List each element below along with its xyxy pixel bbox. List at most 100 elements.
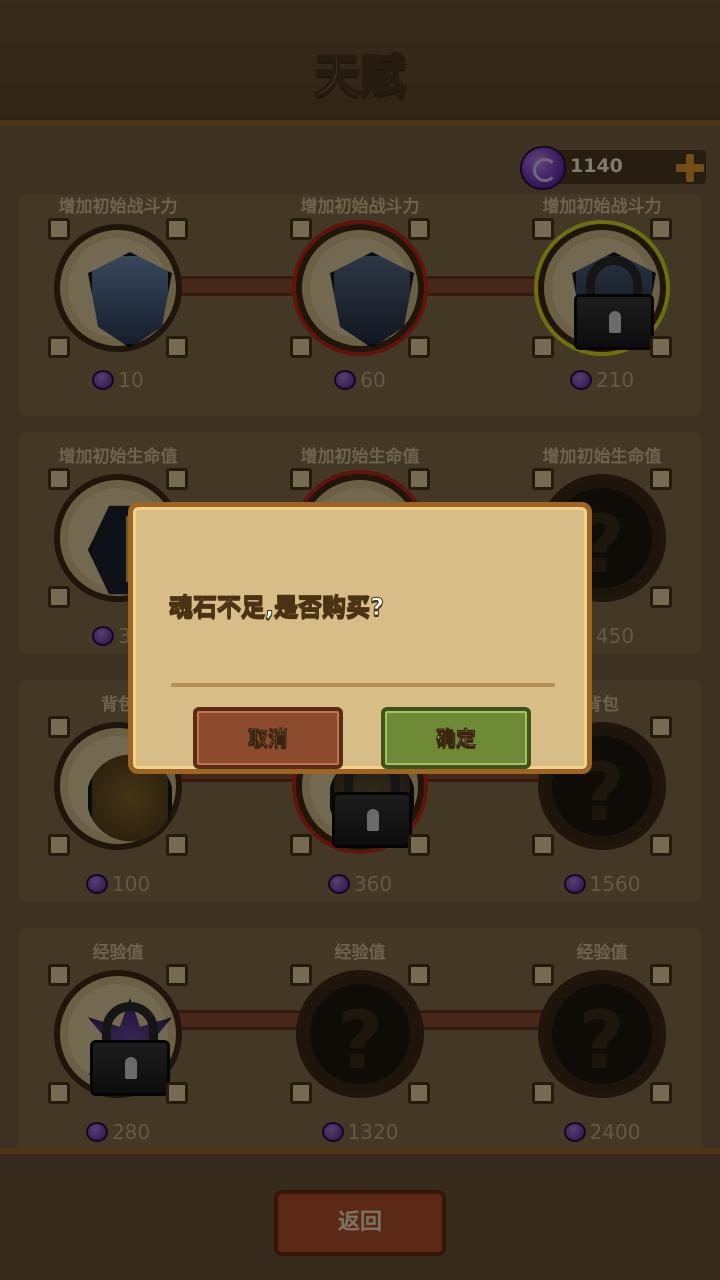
corner-ornament xyxy=(408,336,430,358)
soul-stone-icon xyxy=(334,370,357,390)
corner-ornament xyxy=(166,834,188,856)
corner-ornament xyxy=(532,468,554,490)
corner-ornament xyxy=(48,716,70,738)
talent-slot[interactable]: 经验值 ? 1320 xyxy=(260,928,460,1150)
corner-ornament xyxy=(532,1082,554,1104)
purchase-dialog: 魂石不足,是否购买? 取消 确定 xyxy=(128,502,592,774)
talent-disc xyxy=(54,224,182,352)
cost-value: 60 xyxy=(360,368,386,392)
corner-ornament xyxy=(48,1082,70,1104)
talent-cost: 10 xyxy=(18,368,218,392)
talent-node[interactable]: ? xyxy=(290,964,430,1104)
talent-disc: ? xyxy=(296,970,424,1098)
talent-node[interactable] xyxy=(532,218,672,358)
soul-stone-icon xyxy=(327,874,350,894)
corner-ornament xyxy=(290,1082,312,1104)
corner-ornament xyxy=(650,218,672,240)
corner-ornament xyxy=(408,1082,430,1104)
talent-disc xyxy=(296,224,424,352)
talent-label: 经验值 xyxy=(92,943,144,963)
currency-value: 1140 xyxy=(570,155,623,177)
soul-stone-icon xyxy=(520,146,566,190)
corner-ornament xyxy=(532,218,554,240)
soul-stone-icon xyxy=(569,370,592,390)
talent-label: 经验值 xyxy=(334,943,386,963)
soul-stone-icon xyxy=(563,874,586,894)
talent-cost: 1320 xyxy=(260,1120,460,1144)
corner-ornament xyxy=(166,964,188,986)
talent-slot[interactable]: 增加初始战斗力 10 xyxy=(18,194,218,416)
talent-node[interactable]: ? xyxy=(532,964,672,1104)
soul-stone-icon xyxy=(92,626,115,646)
plus-icon[interactable] xyxy=(676,154,704,182)
corner-ornament xyxy=(166,336,188,358)
currency-display: 1140 xyxy=(520,146,706,190)
red-shield-icon xyxy=(330,252,414,348)
cost-value: 100 xyxy=(111,872,151,896)
talent-label: 增加初始战斗力 xyxy=(300,197,420,217)
corner-ornament xyxy=(48,218,70,240)
talent-disc xyxy=(538,224,666,352)
lock-body xyxy=(574,294,654,350)
question-mark-icon: ? xyxy=(336,994,384,1087)
soul-stone-icon xyxy=(85,1122,108,1142)
talent-slot[interactable]: 增加初始战斗力 60 xyxy=(260,194,460,416)
lock-icon xyxy=(90,1002,170,1096)
cost-value: 1320 xyxy=(347,1120,399,1144)
talent-disc xyxy=(54,970,182,1098)
cost-value: 450 xyxy=(595,624,635,648)
corner-ornament xyxy=(408,468,430,490)
corner-ornament xyxy=(48,336,70,358)
cost-value: 360 xyxy=(353,872,393,896)
talent-screen: 天赋 1140 增加初始战斗力 10 增加初始战斗力 60 增加初始战斗力 21… xyxy=(0,0,720,1280)
corner-ornament xyxy=(532,336,554,358)
talent-cost: 2400 xyxy=(502,1120,702,1144)
talent-slot[interactable]: 增加初始战斗力 210 xyxy=(502,194,702,416)
talent-node[interactable] xyxy=(48,218,188,358)
soul-stone-icon xyxy=(563,1122,586,1142)
corner-ornament xyxy=(290,468,312,490)
talent-row-1: 增加初始战斗力 10 增加初始战斗力 60 增加初始战斗力 210 xyxy=(18,194,702,416)
corner-ornament xyxy=(408,218,430,240)
confirm-button[interactable]: 确定 xyxy=(381,707,531,769)
talent-cost: 60 xyxy=(260,368,460,392)
corner-ornament xyxy=(650,336,672,358)
corner-ornament xyxy=(166,468,188,490)
lock-body xyxy=(332,792,412,848)
talent-slot[interactable]: 经验值 ? 2400 xyxy=(502,928,702,1150)
talent-cost: 280 xyxy=(18,1120,218,1144)
talent-cost: 360 xyxy=(260,872,460,896)
talent-row-4: 经验值 280 经验值 ? 1320 经验值 ? 2400 xyxy=(18,928,702,1150)
lock-body xyxy=(90,1040,170,1096)
corner-ornament xyxy=(48,586,70,608)
dialog-divider xyxy=(171,683,555,687)
corner-ornament xyxy=(408,964,430,986)
corner-ornament xyxy=(650,468,672,490)
corner-ornament xyxy=(650,964,672,986)
talent-slot[interactable]: 经验值 280 xyxy=(18,928,218,1150)
talent-label: 增加初始战斗力 xyxy=(58,197,178,217)
back-button[interactable]: 返回 xyxy=(274,1190,446,1256)
soul-stone-icon xyxy=(321,1122,344,1142)
cost-value: 1560 xyxy=(589,872,641,896)
blue-shield-icon xyxy=(88,252,172,348)
talent-label: 增加初始战斗力 xyxy=(542,197,662,217)
cost-value: 10 xyxy=(118,368,144,392)
header: 天赋 xyxy=(0,0,720,126)
cost-value: 2400 xyxy=(589,1120,641,1144)
corner-ornament xyxy=(650,1082,672,1104)
corner-ornament xyxy=(290,834,312,856)
talent-node[interactable] xyxy=(48,964,188,1104)
corner-ornament xyxy=(290,218,312,240)
talent-disc: ? xyxy=(538,970,666,1098)
cost-value: 280 xyxy=(111,1120,151,1144)
lock-icon xyxy=(574,256,654,350)
talent-cost: 1560 xyxy=(502,872,702,896)
corner-ornament xyxy=(650,834,672,856)
talent-node[interactable] xyxy=(290,218,430,358)
corner-ornament xyxy=(290,336,312,358)
cancel-button[interactable]: 取消 xyxy=(193,707,343,769)
corner-ornament xyxy=(166,218,188,240)
talent-label: 经验值 xyxy=(576,943,628,963)
dialog-message: 魂石不足,是否购买? xyxy=(168,593,385,622)
